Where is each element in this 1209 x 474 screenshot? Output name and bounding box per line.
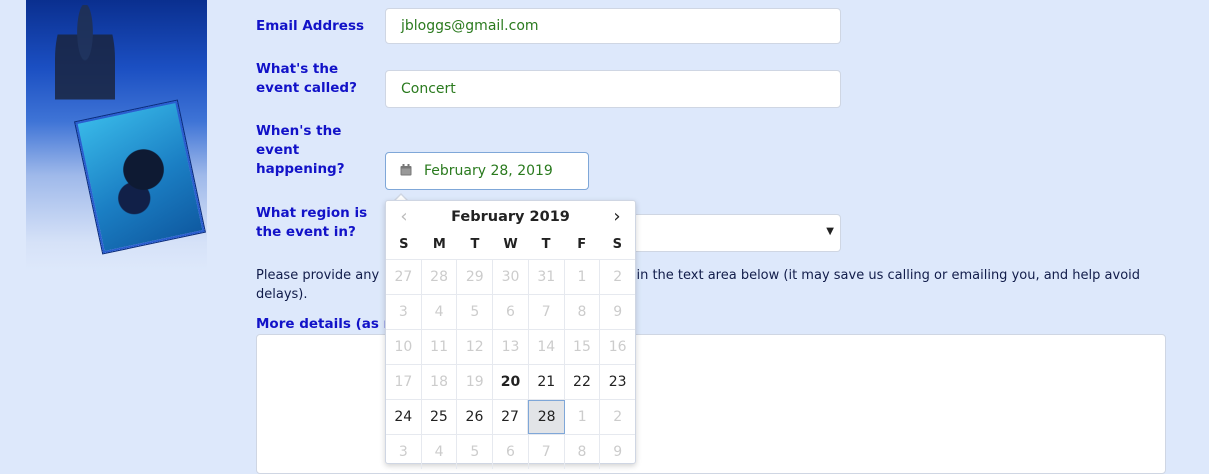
region-select[interactable]: ▼ — [634, 214, 841, 252]
calendar-day: 14 — [529, 330, 565, 364]
calendar-day: 7 — [529, 435, 565, 469]
calendar-day: 10 — [386, 330, 422, 364]
calendar-day: 2 — [613, 269, 623, 285]
weekday-label: W — [503, 237, 518, 252]
calendar-day: 29 — [457, 260, 494, 294]
note-start: Please provide any — [256, 268, 384, 283]
calendar-day: 1 — [565, 260, 601, 294]
calendar-header: ‹ February 2019 › — [386, 207, 635, 229]
calendar-day-grid: 27 28 29 30 31 1 2 3 4 5 6 7 8 9 10 11 12 13 14 15 16 17 18 19 2… — [386, 259, 635, 469]
calendar-day[interactable]: 22 — [565, 365, 601, 399]
calendar-day[interactable]: 20 — [493, 365, 529, 399]
calendar-day: 5 — [457, 295, 494, 329]
calendar-icon — [400, 164, 412, 176]
calendar-day: 11 — [422, 330, 458, 364]
weekday-label: T — [470, 237, 480, 252]
email-label: Email Address — [256, 18, 365, 34]
event-date-label: When's the event happening? — [256, 123, 345, 177]
email-field[interactable]: jbloggs@gmail.com — [385, 8, 841, 44]
calendar-week-row: 10 11 12 13 14 15 16 — [386, 329, 635, 364]
calendar-day[interactable]: 25 — [422, 400, 458, 434]
weekday-label: M — [432, 237, 446, 252]
region-label: What region is the event in? — [256, 205, 368, 240]
calendar-day: 19 — [457, 365, 494, 399]
calendar-day[interactable]: 23 — [600, 365, 635, 399]
calendar-day: 6 — [493, 295, 529, 329]
calendar-day: 27 — [386, 260, 422, 294]
calendar-day: 30 — [493, 260, 529, 294]
calendar-month-title: February 2019 — [451, 209, 570, 225]
calendar-day: 18 — [422, 365, 458, 399]
calendar-week-row: 17 18 19 20 21 22 23 — [386, 364, 635, 399]
event-date-value: February 28, 2019 — [424, 163, 553, 179]
weekday-label: S — [399, 237, 409, 252]
calendar-day: 28 — [422, 260, 458, 294]
calendar-day: 31 — [529, 260, 565, 294]
weekday-label: T — [541, 237, 551, 252]
details-label: More details (as m — [256, 316, 398, 332]
calendar-day: 1 — [565, 400, 601, 434]
weekday-label: S — [612, 237, 622, 252]
calendar-day: 7 — [529, 295, 565, 329]
calendar-day: 4 — [422, 295, 458, 329]
calendar-day: 16 — [608, 339, 627, 355]
weekday-header: SMTWTFS — [386, 237, 635, 252]
dropdown-arrow-icon: ▼ — [826, 226, 834, 237]
weekday-label: F — [577, 237, 587, 252]
calendar-day: 8 — [565, 295, 601, 329]
calendar-day[interactable]: 27 — [493, 400, 529, 434]
calendar-day: 12 — [457, 330, 494, 364]
event-name-label: What's the event called? — [256, 61, 357, 96]
calendar-day[interactable]: 21 — [529, 365, 565, 399]
calendar-day[interactable]: 28 — [528, 400, 565, 434]
calendar-week-row: 3456789 — [386, 294, 635, 329]
chevron-right-icon[interactable]: › — [605, 207, 629, 229]
calendar-day[interactable]: 24 — [386, 400, 422, 434]
calendar-day: 15 — [565, 330, 601, 364]
calendar-day: 2 — [613, 409, 623, 425]
calendar-week-row: 27 28 29 30 31 1 2 — [386, 259, 635, 294]
calendar-day: 5 — [457, 435, 494, 469]
calendar-day: 9 — [613, 444, 623, 460]
calendar-week-row: 3456789 — [386, 434, 635, 469]
calendar-day: 6 — [493, 435, 529, 469]
calendar-day[interactable]: 26 — [457, 400, 493, 434]
date-picker: ‹ February 2019 › SMTWTFS 27 28 29 30 31 1 2 3 4… — [385, 200, 636, 469]
calendar-day: 17 — [386, 365, 422, 399]
calendar-day: 3 — [386, 295, 422, 329]
calendar-day: 4 — [422, 435, 458, 469]
calendar-day: 13 — [493, 330, 529, 364]
calendar-week-row: 24 25 26 27 28 1 2 — [386, 399, 635, 434]
calendar-day: 9 — [613, 304, 623, 320]
event-date-field[interactable]: February 28, 2019 — [385, 152, 589, 190]
calendar-day: 8 — [565, 435, 601, 469]
side-photo-column — [0, 0, 207, 469]
calendar-day: 3 — [386, 435, 422, 469]
event-name-field[interactable]: Concert — [385, 70, 841, 108]
